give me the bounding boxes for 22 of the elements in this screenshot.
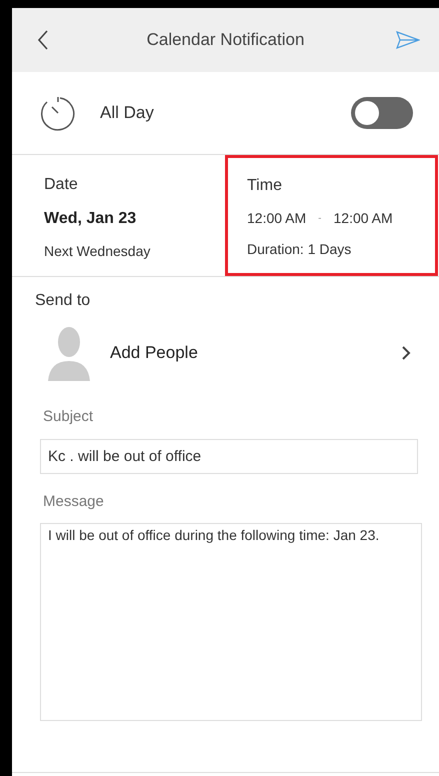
add-people-row[interactable]: Add People bbox=[12, 325, 439, 381]
all-day-toggle[interactable] bbox=[351, 97, 413, 129]
time-separator: - bbox=[318, 212, 322, 226]
subject-label: Subject bbox=[43, 407, 94, 427]
back-icon bbox=[37, 29, 49, 51]
duration-text: Duration: 1 Days bbox=[247, 240, 352, 259]
chevron-right-icon bbox=[401, 345, 411, 361]
date-label: Date bbox=[44, 175, 79, 195]
end-time[interactable]: 12:00 AM bbox=[334, 208, 393, 229]
screen-title: Calendar Notification bbox=[146, 29, 306, 52]
date-value[interactable]: Wed, Jan 23 bbox=[44, 207, 225, 231]
message-field[interactable]: I will be out of office during the following time: Jan 23. bbox=[40, 523, 422, 721]
start-time[interactable]: 12:00 AM bbox=[247, 208, 306, 229]
send-to-label: Send to bbox=[35, 291, 92, 311]
send-icon bbox=[396, 31, 420, 49]
message-label: Message bbox=[43, 492, 105, 512]
subject-field[interactable]: Kc . will be out of office bbox=[40, 438, 418, 474]
time-label: Time bbox=[247, 176, 283, 196]
date-note: Next Wednesday bbox=[44, 242, 152, 261]
add-people-label: Add People bbox=[110, 342, 199, 364]
person-icon bbox=[46, 325, 92, 381]
all-day-label: All Day bbox=[100, 102, 155, 124]
